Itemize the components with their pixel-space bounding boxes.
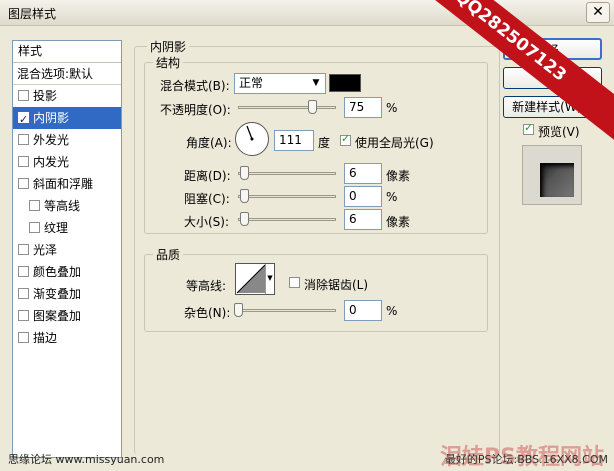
window-title: 图层样式 [8, 7, 57, 21]
style-item-label: 纹理 [44, 221, 69, 235]
noise-slider-thumb[interactable] [234, 303, 243, 317]
style-item-label: 外发光 [33, 133, 70, 147]
choke-slider-thumb[interactable] [240, 189, 249, 203]
style-item-label: 投影 [33, 89, 58, 103]
shadow-color-swatch[interactable] [329, 74, 361, 92]
blend-mode-label: 混合模式(B): [160, 79, 230, 93]
chevron-down-icon: ▼ [312, 78, 320, 88]
blend-options-item[interactable]: 混合选项:默认 [13, 63, 121, 85]
style-item-label: 等高线 [44, 199, 81, 213]
size-slider-track[interactable] [238, 218, 336, 221]
footer-site-left: 思缘论坛 www.missyuan.com [8, 453, 165, 466]
size-unit: 像素 [386, 215, 411, 229]
choke-slider-track[interactable] [238, 195, 336, 198]
angle-needle-icon [246, 125, 254, 141]
style-item-checkbox[interactable] [18, 178, 29, 189]
distance-input[interactable]: 6 [344, 163, 382, 184]
antialias-label[interactable]: 消除锯齿(L) [304, 276, 368, 293]
style-item-label: 内发光 [33, 155, 70, 169]
preview-checkbox[interactable] [523, 121, 534, 135]
opacity-slider-track[interactable] [238, 106, 336, 109]
style-item[interactable]: 描边 [13, 327, 121, 349]
distance-unit: 像素 [386, 169, 411, 183]
global-light-checkbox[interactable] [340, 132, 351, 146]
opacity-label: 不透明度(O): [160, 103, 231, 117]
size-input[interactable]: 6 [344, 209, 382, 230]
contour-label: 等高线: [186, 279, 227, 293]
size-slider-thumb[interactable] [240, 212, 249, 226]
angle-input[interactable]: 111 [274, 130, 314, 151]
distance-slider-track[interactable] [238, 172, 336, 175]
style-item[interactable]: 投影 [13, 85, 121, 107]
contour-curve-icon [236, 264, 266, 294]
angle-label: 角度(A): [186, 136, 232, 150]
styles-list: 样式 混合选项:默认 投影内阴影外发光内发光斜面和浮雕等高线纹理光泽颜色叠加渐变… [12, 40, 122, 458]
style-preview-thumbnail [522, 145, 582, 205]
distance-label: 距离(D): [184, 169, 231, 183]
style-item-checkbox[interactable] [18, 156, 29, 167]
style-item[interactable]: 外发光 [13, 129, 121, 151]
styles-header: 样式 [13, 41, 121, 63]
style-item[interactable]: 内发光 [13, 151, 121, 173]
distance-slider-thumb[interactable] [240, 166, 249, 180]
style-item-label: 内阴影 [33, 111, 70, 125]
choke-input[interactable]: 0 [344, 186, 382, 207]
opacity-input[interactable]: 75 [344, 97, 382, 118]
style-item-checkbox[interactable] [18, 109, 29, 131]
style-item[interactable]: 纹理 [13, 217, 121, 239]
style-item[interactable]: 颜色叠加 [13, 261, 121, 283]
style-item[interactable]: 图案叠加 [13, 305, 121, 327]
close-icon: ✕ [592, 4, 604, 20]
style-item-checkbox[interactable] [18, 266, 29, 277]
blend-mode-select[interactable]: 正常 ▼ [234, 73, 326, 94]
style-item[interactable]: 内阴影 [13, 107, 121, 131]
angle-unit: 度 [318, 136, 331, 150]
choke-label: 阻塞(C): [184, 192, 230, 206]
preview-swatch [540, 163, 574, 197]
preview-label[interactable]: 预览(V) [538, 123, 580, 140]
angle-dial[interactable] [235, 122, 269, 156]
noise-input[interactable]: 0 [344, 300, 382, 321]
style-item-label: 光泽 [33, 243, 58, 257]
noise-unit: % [386, 304, 398, 318]
quality-title: 品质 [153, 246, 184, 263]
style-item-checkbox[interactable] [18, 288, 29, 299]
style-item-label: 描边 [33, 331, 58, 345]
style-item-label: 斜面和浮雕 [33, 177, 94, 191]
noise-slider-track[interactable] [238, 309, 336, 312]
style-item-checkbox[interactable] [18, 332, 29, 343]
style-item-checkbox[interactable] [18, 90, 29, 101]
style-item-checkbox[interactable] [29, 200, 40, 211]
style-item[interactable]: 斜面和浮雕 [13, 173, 121, 195]
noise-label: 杂色(N): [184, 306, 231, 320]
antialias-checkbox[interactable] [289, 277, 300, 288]
global-light-label[interactable]: 使用全局光(G) [355, 134, 434, 151]
style-item-checkbox[interactable] [18, 244, 29, 255]
style-item-label: 颜色叠加 [33, 265, 82, 279]
contour-dropdown-icon[interactable]: ▼ [265, 264, 274, 294]
style-item-checkbox[interactable] [29, 222, 40, 233]
opacity-unit: % [386, 101, 398, 115]
style-item[interactable]: 渐变叠加 [13, 283, 121, 305]
style-item-checkbox[interactable] [18, 310, 29, 321]
choke-unit: % [386, 190, 398, 204]
inner-shadow-title: 内阴影 [147, 38, 190, 55]
size-label: 大小(S): [184, 215, 230, 229]
style-item[interactable]: 等高线 [13, 195, 121, 217]
style-item[interactable]: 光泽 [13, 239, 121, 261]
footer-site-right: 最好的PS论坛:BBS.16XX8.COM [444, 453, 608, 466]
blend-mode-value: 正常 [239, 76, 264, 90]
structure-title: 结构 [153, 54, 184, 71]
close-button[interactable]: ✕ [586, 2, 610, 23]
opacity-slider-thumb[interactable] [308, 100, 317, 114]
contour-picker[interactable]: ▼ [235, 263, 275, 295]
style-item-checkbox[interactable] [18, 134, 29, 145]
style-item-label: 渐变叠加 [33, 287, 82, 301]
style-item-label: 图案叠加 [33, 309, 82, 323]
